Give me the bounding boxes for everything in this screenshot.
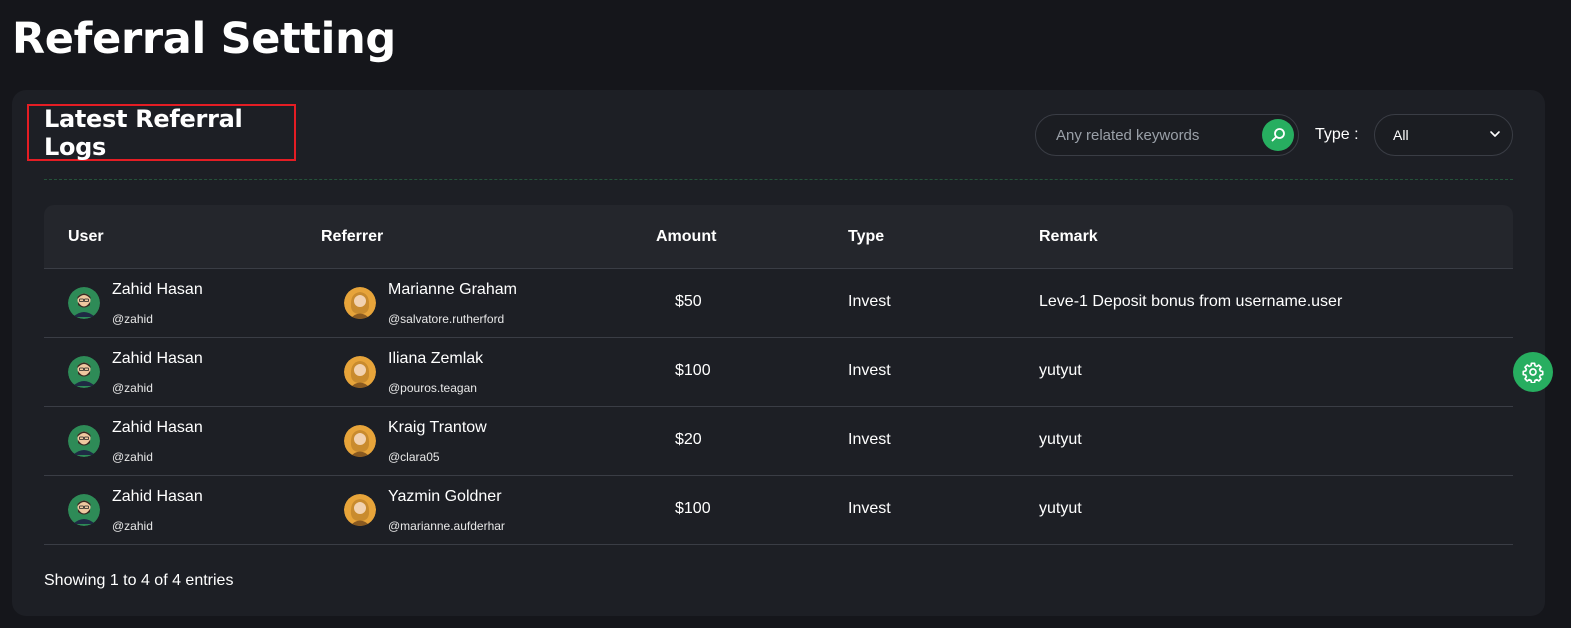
referrer-avatar [344, 287, 376, 319]
remark-cell: Leve-1 Deposit bonus from username.user [1039, 293, 1343, 310]
chevron-down-icon [1490, 131, 1500, 137]
table-row: Zahid Hasan @zahid Marianne Graham @salvato… [44, 269, 1513, 338]
user-name: Zahid Hasan [112, 488, 203, 505]
referrer-name: Iliana Zemlak [388, 350, 484, 367]
page-title: Referral Setting [12, 14, 396, 64]
card-title: Latest Referral Logs [44, 104, 243, 161]
referrer-handle: @salvatore.rutherford [388, 312, 505, 326]
table-row: Zahid Hasan @zahid Kraig Trantow @clara05 $2… [44, 407, 1513, 476]
user-handle: @zahid [112, 312, 153, 326]
referrer-handle: @marianne.aufderhar [388, 519, 505, 533]
user-handle: @zahid [112, 519, 153, 533]
user-avatar [68, 494, 100, 526]
column-header-amount: Amount [656, 228, 717, 245]
search-input[interactable] [1056, 126, 1256, 144]
divider [44, 179, 1513, 180]
column-header-referrer: Referrer [321, 228, 384, 245]
settings-button[interactable] [1513, 352, 1553, 392]
referrer-avatar [344, 425, 376, 457]
user-avatar [68, 356, 100, 388]
remark-cell: yutyut [1039, 500, 1082, 517]
referrer-name: Kraig Trantow [388, 419, 487, 436]
type-filter-value: All [1393, 127, 1409, 143]
search-box [1035, 114, 1299, 156]
referrer-handle: @clara05 [388, 450, 440, 464]
amount-cell: $50 [675, 293, 702, 310]
search-button[interactable] [1262, 119, 1294, 151]
amount-cell: $100 [675, 362, 711, 379]
type-cell: Invest [848, 500, 891, 517]
referral-table: User Referrer Amount Type Remark Zahid H… [44, 205, 1513, 545]
user-name: Zahid Hasan [112, 281, 203, 298]
amount-cell: $100 [675, 500, 711, 517]
user-handle: @zahid [112, 450, 153, 464]
table-body: Zahid Hasan @zahid Marianne Graham @salvato… [44, 269, 1513, 545]
type-filter-label: Type : [1315, 126, 1359, 143]
referrer-name: Yazmin Goldner [388, 488, 502, 505]
type-cell: Invest [848, 431, 891, 448]
referral-logs-card: Latest Referral Logs Type : All User Ref… [12, 90, 1545, 616]
table-row: Zahid Hasan @zahid Iliana Zemlak @pouros.te… [44, 338, 1513, 407]
gear-icon [1522, 362, 1544, 383]
user-avatar [68, 287, 100, 319]
referrer-avatar [344, 494, 376, 526]
type-cell: Invest [848, 293, 891, 310]
type-filter-select[interactable]: All [1374, 114, 1513, 156]
remark-cell: yutyut [1039, 431, 1082, 448]
remark-cell: yutyut [1039, 362, 1082, 379]
search-icon [1271, 128, 1285, 142]
column-header-remark: Remark [1039, 228, 1098, 245]
user-name: Zahid Hasan [112, 350, 203, 367]
card-title-highlight: Latest Referral Logs [27, 104, 296, 161]
amount-cell: $20 [675, 431, 702, 448]
entries-info: Showing 1 to 4 of 4 entries [44, 572, 234, 589]
user-name: Zahid Hasan [112, 419, 203, 436]
type-cell: Invest [848, 362, 891, 379]
column-header-user: User [68, 228, 104, 245]
user-handle: @zahid [112, 381, 153, 395]
referrer-handle: @pouros.teagan [388, 381, 477, 395]
table-header: User Referrer Amount Type Remark [44, 205, 1513, 269]
column-header-type: Type [848, 228, 885, 245]
referrer-name: Marianne Graham [388, 281, 517, 298]
referrer-avatar [344, 356, 376, 388]
table-row: Zahid Hasan @zahid Yazmin Goldner @marianne… [44, 476, 1513, 545]
user-avatar [68, 425, 100, 457]
